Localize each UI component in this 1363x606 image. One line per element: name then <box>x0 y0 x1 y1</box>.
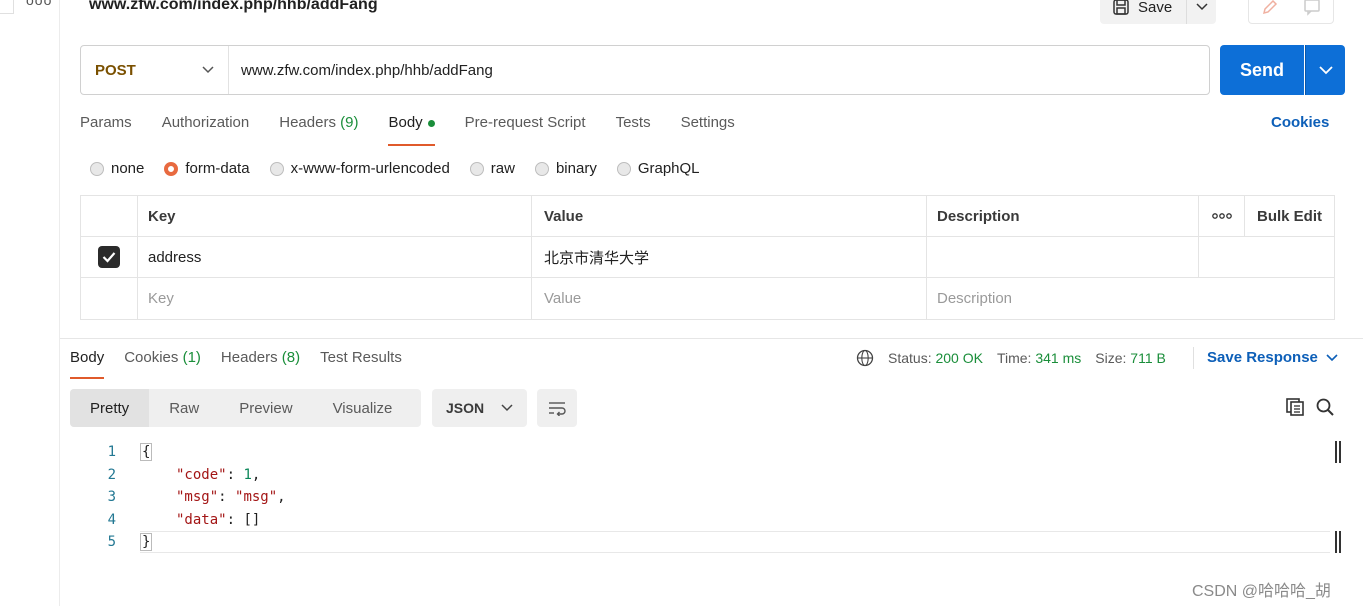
radio-none[interactable]: none <box>90 160 144 177</box>
table-row: address 北京市清华大学 <box>81 237 1334 278</box>
bulk-edit-button[interactable]: Bulk Edit <box>1245 196 1334 236</box>
column-options-button[interactable] <box>1199 196 1245 236</box>
response-tabs: Body Cookies (1) Headers (8) Test Result… <box>70 349 402 379</box>
copy-icon[interactable] <box>1285 397 1305 417</box>
url-input[interactable]: www.zfw.com/index.php/hhb/addFang <box>229 62 493 79</box>
radio-raw[interactable]: raw <box>469 160 515 177</box>
method-value: POST <box>95 61 136 79</box>
save-response-button[interactable]: Save Response <box>1207 349 1338 366</box>
new-value-input[interactable]: Value <box>532 278 927 319</box>
more-icon <box>1211 213 1232 219</box>
time-value: 341 ms <box>1035 350 1082 366</box>
form-data-table: Key Value Description Bulk Edit address … <box>80 195 1335 320</box>
status-info[interactable]: Status: 200 OK <box>888 350 983 366</box>
body-modified-dot <box>427 120 435 127</box>
status-separator <box>1193 347 1194 369</box>
view-mode-switch: Pretty Raw Preview Visualize <box>70 389 421 427</box>
watermark: CSDN @哈哈哈_胡 <box>1192 583 1331 600</box>
radio-x-www-form-urlencoded[interactable]: x-www-form-urlencoded <box>269 160 450 177</box>
col-key: Key <box>138 196 532 236</box>
url-bar: POST www.zfw.com/index.php/hhb/addFang <box>80 45 1210 95</box>
rail-stub <box>0 0 14 14</box>
chevron-down-icon <box>501 404 513 412</box>
row-description-input[interactable] <box>927 237 1199 277</box>
request-side-actions <box>1248 0 1334 24</box>
chevron-down-icon <box>202 66 214 74</box>
left-sidebar-rail: ooo <box>0 0 60 606</box>
chevron-down-icon <box>1195 3 1208 11</box>
radio-graphql[interactable]: GraphQL <box>616 160 700 177</box>
code-line: 4 "data": [] <box>107 511 261 528</box>
response-body-editor[interactable]: 1{ 2 "code": 1, 3 "msg": "msg", 4 "data": [… <box>90 441 1330 554</box>
save-icon <box>1113 0 1129 15</box>
view-raw[interactable]: Raw <box>149 389 219 427</box>
more-icon[interactable]: ooo <box>26 0 52 8</box>
time-info[interactable]: Time: 341 ms <box>997 350 1081 366</box>
chevron-down-icon <box>1318 65 1333 74</box>
row-key-input[interactable]: address <box>138 237 532 277</box>
chevron-down-icon <box>1326 353 1338 361</box>
new-key-input[interactable]: Key <box>138 278 532 319</box>
view-visualize[interactable]: Visualize <box>313 389 413 427</box>
request-title[interactable]: www.zfw.com/index.php/hhb/addFang <box>89 0 378 14</box>
tab-authorization[interactable]: Authorization <box>162 114 250 146</box>
code-line: 2 "code": 1, <box>107 466 261 483</box>
resp-tab-headers[interactable]: Headers (8) <box>221 349 300 379</box>
scrollbar-marker[interactable] <box>1335 441 1341 463</box>
scrollbar-marker[interactable] <box>1335 531 1341 553</box>
save-label: Save <box>1138 0 1173 16</box>
table-row-new: Key Value Description <box>81 278 1334 319</box>
table-header-row: Key Value Description Bulk Edit <box>81 196 1334 237</box>
row-enabled-checkbox[interactable] <box>98 246 120 268</box>
headers-count: (9) <box>340 114 359 131</box>
tab-headers[interactable]: Headers (9) <box>279 114 358 146</box>
wrap-lines-button[interactable] <box>537 389 577 427</box>
tab-settings[interactable]: Settings <box>681 114 735 146</box>
response-divider <box>60 338 1363 339</box>
code-line: 1{ <box>107 443 153 462</box>
resp-tab-test-results[interactable]: Test Results <box>320 349 402 379</box>
size-value: 711 B <box>1130 350 1166 366</box>
method-select[interactable]: POST <box>81 46 229 94</box>
save-button[interactable]: Save <box>1100 0 1186 24</box>
check-icon <box>102 252 116 263</box>
code-line: 3 "msg": "msg", <box>107 489 286 506</box>
search-icon[interactable] <box>1315 397 1335 417</box>
send-options-button[interactable] <box>1305 45 1345 95</box>
format-select[interactable]: JSON <box>432 389 527 427</box>
size-info[interactable]: Size: 711 B <box>1095 350 1166 366</box>
view-preview[interactable]: Preview <box>219 389 312 427</box>
tab-params[interactable]: Params <box>80 114 132 146</box>
row-value-input[interactable]: 北京市清华大学 <box>532 237 927 277</box>
globe-icon[interactable] <box>856 349 874 367</box>
new-description-input[interactable]: Description <box>927 278 1334 319</box>
pencil-icon[interactable] <box>1260 0 1280 17</box>
col-description: Description <box>927 196 1199 236</box>
send-button[interactable]: Send <box>1220 45 1304 95</box>
view-pretty[interactable]: Pretty <box>70 389 150 427</box>
body-type-radios: none form-data x-www-form-urlencoded raw… <box>90 160 700 177</box>
request-tabs: Params Authorization Headers (9) Body Pr… <box>80 114 735 146</box>
tab-pre-request-script[interactable]: Pre-request Script <box>465 114 586 146</box>
status-value: 200 OK <box>935 350 983 366</box>
cookies-link[interactable]: Cookies <box>1271 114 1329 131</box>
comment-icon[interactable] <box>1302 0 1322 17</box>
radio-binary[interactable]: binary <box>534 160 597 177</box>
code-line: 5} <box>107 533 153 552</box>
col-value: Value <box>532 196 927 236</box>
save-options-button[interactable] <box>1186 0 1216 24</box>
radio-form-data[interactable]: form-data <box>164 160 250 177</box>
tab-body[interactable]: Body <box>388 114 435 146</box>
tab-tests[interactable]: Tests <box>616 114 651 146</box>
response-status-bar: Status: 200 OK Time: 341 ms Size: 711 B <box>856 349 1166 367</box>
resp-tab-body[interactable]: Body <box>70 349 105 379</box>
wrap-icon <box>549 402 566 416</box>
resp-tab-cookies[interactable]: Cookies (1) <box>124 349 201 379</box>
